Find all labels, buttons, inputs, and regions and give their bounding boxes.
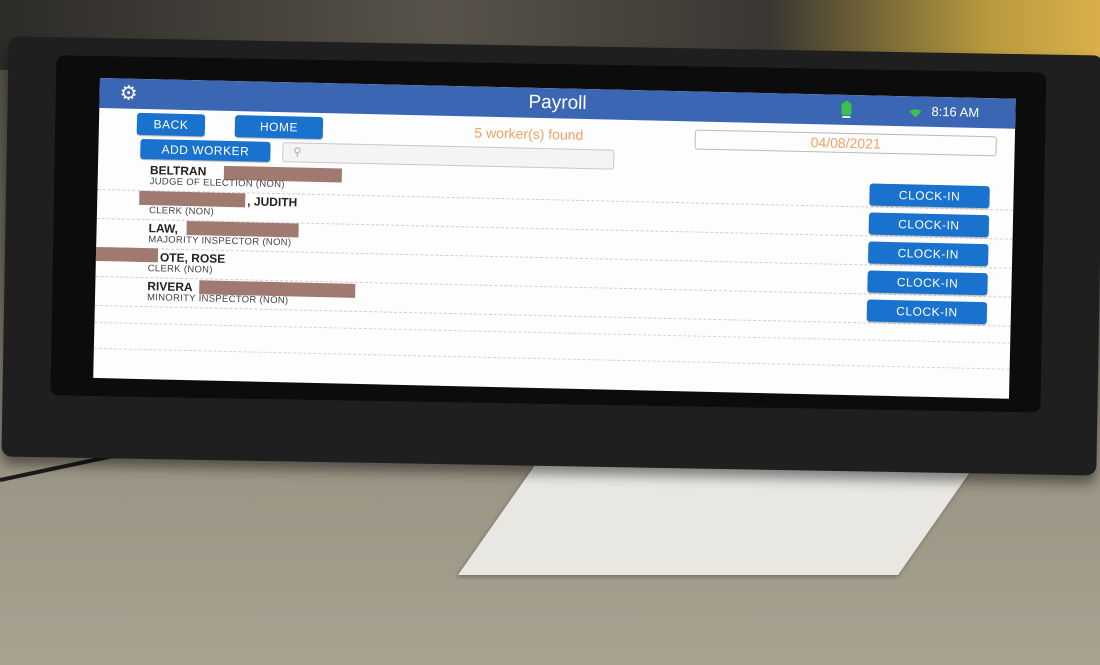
worker-role: JUDGE OF ELECTION (NON) xyxy=(149,176,285,191)
clock-in-button[interactable]: CLOCK-IN xyxy=(869,183,990,209)
clock-in-button[interactable]: CLOCK-IN xyxy=(867,241,989,267)
divider xyxy=(93,347,1010,370)
worker-role: CLERK (NON) xyxy=(147,263,213,276)
status-time: 8:16 AM xyxy=(931,103,980,120)
search-icon: ⚲ xyxy=(293,146,302,159)
back-button[interactable]: BACK xyxy=(136,112,206,137)
tablet-screen: ⚙ Payroll 8:16 AM BACK HOME 5 worker(s) … xyxy=(93,78,1016,399)
add-worker-button[interactable]: ADD WORKER xyxy=(140,138,271,162)
clock-in-button[interactable]: CLOCK-IN xyxy=(868,212,990,238)
worker-name: , JUDITH xyxy=(247,194,298,210)
worker-role: CLERK (NON) xyxy=(148,205,215,218)
wifi-icon xyxy=(909,109,922,118)
worker-role: MAJORITY INSPECTOR (NON) xyxy=(148,234,292,249)
worker-role: MINORITY INSPECTOR (NON) xyxy=(146,292,289,307)
paper-sheet xyxy=(457,455,983,575)
date-field[interactable]: 04/08/2021 xyxy=(694,129,997,157)
battery-charging-icon xyxy=(841,100,852,119)
clock-in-button[interactable]: CLOCK-IN xyxy=(867,270,988,296)
clock-in-button[interactable]: CLOCK-IN xyxy=(866,299,988,325)
home-button[interactable]: HOME xyxy=(234,115,324,140)
workers-found-count: 5 worker(s) found xyxy=(474,124,584,143)
divider xyxy=(94,321,1011,344)
redaction-mark xyxy=(93,246,159,263)
